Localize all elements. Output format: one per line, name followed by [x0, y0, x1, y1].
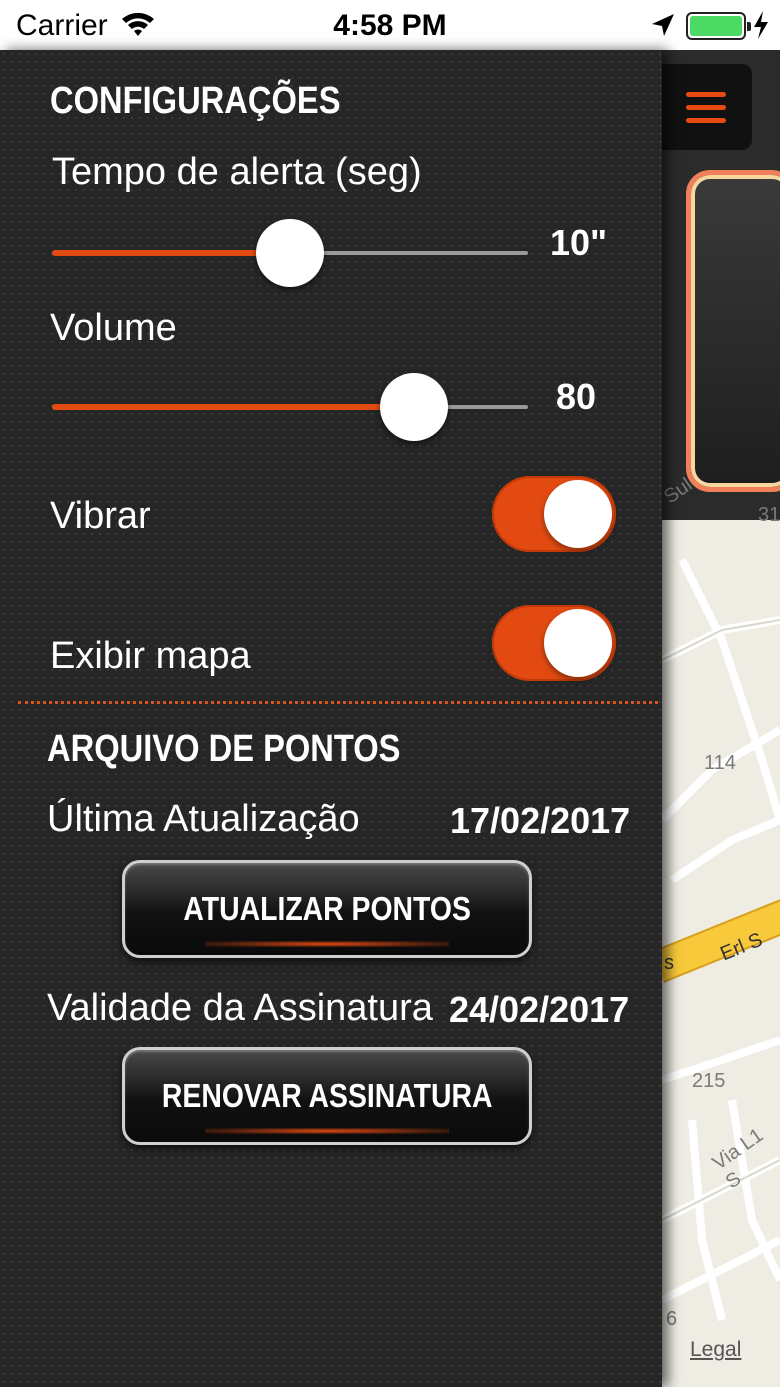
last-update-label: Última Atualização	[47, 798, 360, 840]
map-view[interactable]: Sul 31 114 Erl S s 215 Via L1 S 6 Legal	[662, 50, 780, 1387]
alert-time-label: Tempo de alerta (seg)	[52, 151, 422, 193]
charging-bolt-icon	[754, 11, 768, 39]
section-divider	[18, 701, 658, 704]
volume-value: 80	[556, 376, 597, 417]
slider-thumb[interactable]	[256, 219, 324, 287]
map-label-215: 215	[692, 1070, 726, 1092]
vibrate-label: Vibrar	[50, 495, 151, 537]
settings-section-title: CONFIGURAÇÕES	[50, 80, 341, 122]
battery-tip	[747, 22, 751, 31]
battery-icon	[686, 12, 751, 40]
points-file-section-title: ARQUIVO DE PONTOS	[47, 728, 401, 770]
map-legal-link[interactable]: Legal	[690, 1338, 741, 1362]
subscription-value: 24/02/2017	[449, 989, 630, 1030]
toggle-knob	[544, 480, 612, 548]
alert-time-slider[interactable]	[52, 218, 528, 288]
hamburger-menu-icon	[686, 92, 726, 131]
show-map-label: Exibir mapa	[50, 635, 251, 677]
map-info-card	[686, 170, 780, 492]
button-glow	[205, 1128, 449, 1134]
last-update-value: 17/02/2017	[450, 800, 631, 841]
slider-fill	[52, 404, 414, 410]
slider-fill	[52, 250, 290, 256]
settings-panel: CONFIGURAÇÕES Tempo de alerta (seg) 10" …	[0, 50, 662, 1387]
status-bar: Carrier 4:58 PM	[0, 0, 780, 50]
renew-subscription-button[interactable]: RENOVAR ASSINATURA	[122, 1047, 532, 1145]
toggle-knob	[544, 609, 612, 677]
map-label-114: 114	[704, 752, 736, 774]
subscription-label: Validade da Assinatura	[47, 987, 433, 1029]
show-map-toggle[interactable]	[492, 605, 616, 681]
button-glow	[205, 941, 449, 947]
map-label-6: 6	[666, 1308, 678, 1330]
volume-slider[interactable]	[52, 372, 528, 442]
update-points-button[interactable]: ATUALIZAR PONTOS	[122, 860, 532, 958]
map-label-s: s	[664, 952, 674, 974]
alert-time-value: 10"	[550, 222, 608, 263]
slider-thumb[interactable]	[380, 373, 448, 441]
map-label-31: 31	[758, 504, 780, 526]
location-arrow-icon	[652, 14, 674, 36]
volume-label: Volume	[50, 307, 177, 349]
map-menu-button[interactable]	[662, 64, 752, 150]
vibrate-toggle[interactable]	[492, 476, 616, 552]
battery-level	[690, 16, 742, 36]
